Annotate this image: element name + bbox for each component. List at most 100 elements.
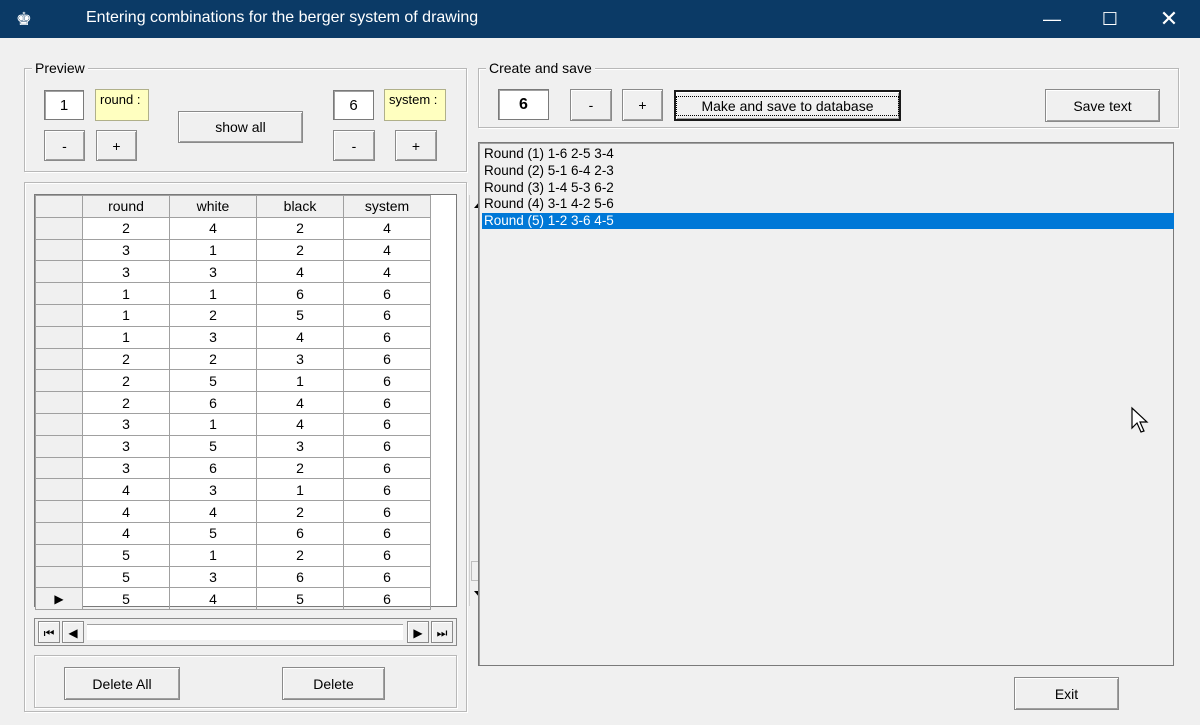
cell-round[interactable]: 3 <box>82 434 170 458</box>
cell-system[interactable]: 6 <box>343 587 431 611</box>
maximize-button[interactable]: ☐ <box>1081 0 1139 38</box>
table-row[interactable]: 4426 <box>35 500 431 523</box>
cell-system[interactable]: 6 <box>343 369 431 393</box>
make-save-database-button[interactable]: Make and save to database <box>674 90 901 121</box>
preview-system-plus-button[interactable]: + <box>395 130 437 161</box>
cell-round[interactable]: 2 <box>82 369 170 393</box>
cell-system[interactable]: 4 <box>343 260 431 284</box>
row-indicator[interactable] <box>35 347 83 371</box>
cell-system[interactable]: 6 <box>343 478 431 502</box>
cell-black[interactable]: 4 <box>256 260 344 284</box>
cell-black[interactable]: 1 <box>256 369 344 393</box>
row-indicator[interactable] <box>35 238 83 262</box>
row-indicator[interactable] <box>35 521 83 545</box>
table-row[interactable]: 3146 <box>35 412 431 436</box>
cell-round[interactable]: 5 <box>82 543 170 567</box>
cell-black[interactable]: 5 <box>256 587 344 611</box>
row-indicator[interactable] <box>35 434 83 458</box>
cell-system[interactable]: 6 <box>343 500 431 523</box>
cell-white[interactable]: 4 <box>169 587 257 611</box>
cell-white[interactable]: 3 <box>169 325 257 349</box>
table-row[interactable]: 3626 <box>35 456 431 480</box>
cell-system[interactable]: 6 <box>343 521 431 545</box>
cell-black[interactable]: 4 <box>256 391 344 414</box>
cell-white[interactable]: 3 <box>169 565 257 589</box>
table-row[interactable]: 5126 <box>35 543 431 567</box>
cell-round[interactable]: 3 <box>82 260 170 284</box>
minimize-button[interactable]: — <box>1023 0 1081 38</box>
list-item[interactable]: Round (3) 1-4 5-3 6-2 <box>482 180 1174 196</box>
row-indicator[interactable] <box>35 325 83 349</box>
cell-round[interactable]: 4 <box>82 521 170 545</box>
row-indicator[interactable] <box>35 565 83 589</box>
cell-round[interactable]: 3 <box>82 456 170 480</box>
create-plus-button[interactable]: + <box>622 89 663 121</box>
grid-header-white[interactable]: white <box>169 195 257 218</box>
cell-white[interactable]: 4 <box>169 500 257 523</box>
cell-white[interactable]: 6 <box>169 456 257 480</box>
cell-system[interactable]: 6 <box>343 434 431 458</box>
delete-all-button[interactable]: Delete All <box>64 667 180 700</box>
row-indicator[interactable] <box>35 456 83 480</box>
row-indicator[interactable] <box>35 216 83 240</box>
row-indicator[interactable] <box>35 412 83 436</box>
list-item[interactable]: Round (5) 1-2 3-6 4-5 <box>482 213 1174 230</box>
table-row[interactable]: 1256 <box>35 303 431 327</box>
cell-black[interactable]: 1 <box>256 478 344 502</box>
cell-round[interactable]: 3 <box>82 412 170 436</box>
row-indicator[interactable] <box>35 478 83 502</box>
close-button[interactable]: ✕ <box>1140 0 1198 38</box>
cell-white[interactable]: 3 <box>169 260 257 284</box>
cell-black[interactable]: 2 <box>256 456 344 480</box>
cell-black[interactable]: 6 <box>256 521 344 545</box>
cell-system[interactable]: 4 <box>343 238 431 262</box>
cell-black[interactable]: 2 <box>256 500 344 523</box>
table-row[interactable]: 2646 <box>35 391 431 414</box>
cell-white[interactable]: 5 <box>169 369 257 393</box>
create-minus-button[interactable]: - <box>570 89 612 121</box>
table-row[interactable]: 1166 <box>35 282 431 305</box>
cell-round[interactable]: 2 <box>82 347 170 371</box>
cell-white[interactable]: 6 <box>169 391 257 414</box>
cell-black[interactable]: 4 <box>256 325 344 349</box>
cell-round[interactable]: 5 <box>82 565 170 589</box>
nav-last-button[interactable]: ⏭ <box>431 621 453 643</box>
grid-header-round[interactable]: round <box>82 195 170 218</box>
table-row[interactable]: 4566 <box>35 521 431 545</box>
cell-round[interactable]: 1 <box>82 282 170 305</box>
table-row[interactable]: 2236 <box>35 347 431 371</box>
save-text-button[interactable]: Save text <box>1045 89 1160 122</box>
cell-white[interactable]: 1 <box>169 412 257 436</box>
nav-prior-button[interactable]: ◀ <box>62 621 84 643</box>
cell-black[interactable]: 4 <box>256 412 344 436</box>
show-all-button[interactable]: show all <box>178 111 303 143</box>
row-indicator[interactable] <box>35 282 83 305</box>
row-indicator[interactable] <box>35 303 83 327</box>
cell-black[interactable]: 6 <box>256 282 344 305</box>
cell-black[interactable]: 5 <box>256 303 344 327</box>
row-indicator[interactable] <box>35 369 83 393</box>
table-row[interactable]: 3536 <box>35 434 431 458</box>
cell-system[interactable]: 6 <box>343 282 431 305</box>
table-row[interactable]: 4316 <box>35 478 431 502</box>
cell-black[interactable]: 2 <box>256 543 344 567</box>
current-row-indicator-icon[interactable]: ▶ <box>35 587 83 611</box>
cell-black[interactable]: 6 <box>256 565 344 589</box>
table-row[interactable]: 1346 <box>35 325 431 349</box>
preview-system-field[interactable]: 6 <box>333 90 374 120</box>
cell-system[interactable]: 6 <box>343 325 431 349</box>
cell-black[interactable]: 2 <box>256 216 344 240</box>
list-item[interactable]: Round (1) 1-6 2-5 3-4 <box>482 146 1174 162</box>
table-row[interactable]: ▶ 5 4 5 6 <box>35 587 431 611</box>
cell-white[interactable]: 5 <box>169 521 257 545</box>
rounds-listbox[interactable]: Round (1) 1-6 2-5 3-4 Round (2) 5-1 6-4 2… <box>478 142 1174 666</box>
delete-button[interactable]: Delete <box>282 667 385 700</box>
cell-round[interactable]: 2 <box>82 391 170 414</box>
cell-white[interactable]: 1 <box>169 238 257 262</box>
grid-header-system[interactable]: system <box>343 195 431 218</box>
table-row[interactable]: 2424 <box>35 216 431 240</box>
cell-system[interactable]: 6 <box>343 456 431 480</box>
table-row[interactable]: 3344 <box>35 260 431 284</box>
cell-round[interactable]: 1 <box>82 325 170 349</box>
cell-round[interactable]: 4 <box>82 500 170 523</box>
